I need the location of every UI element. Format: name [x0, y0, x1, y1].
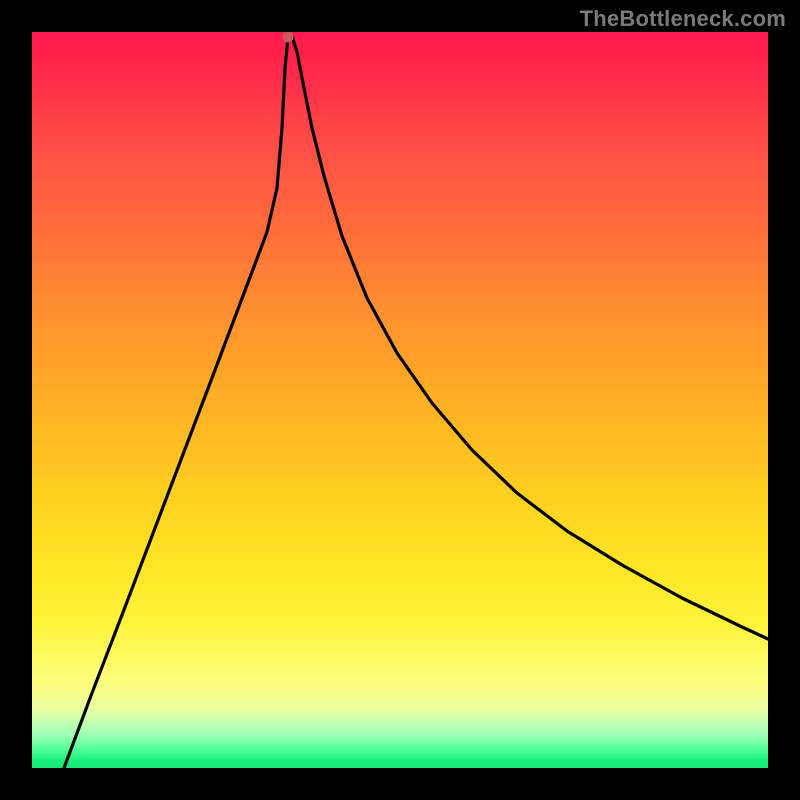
chart-frame: TheBottleneck.com	[0, 0, 800, 800]
curve-path	[64, 36, 768, 768]
curve-svg	[32, 32, 768, 768]
watermark: TheBottleneck.com	[580, 6, 786, 32]
min-marker	[283, 32, 294, 43]
plot-area	[32, 32, 768, 768]
